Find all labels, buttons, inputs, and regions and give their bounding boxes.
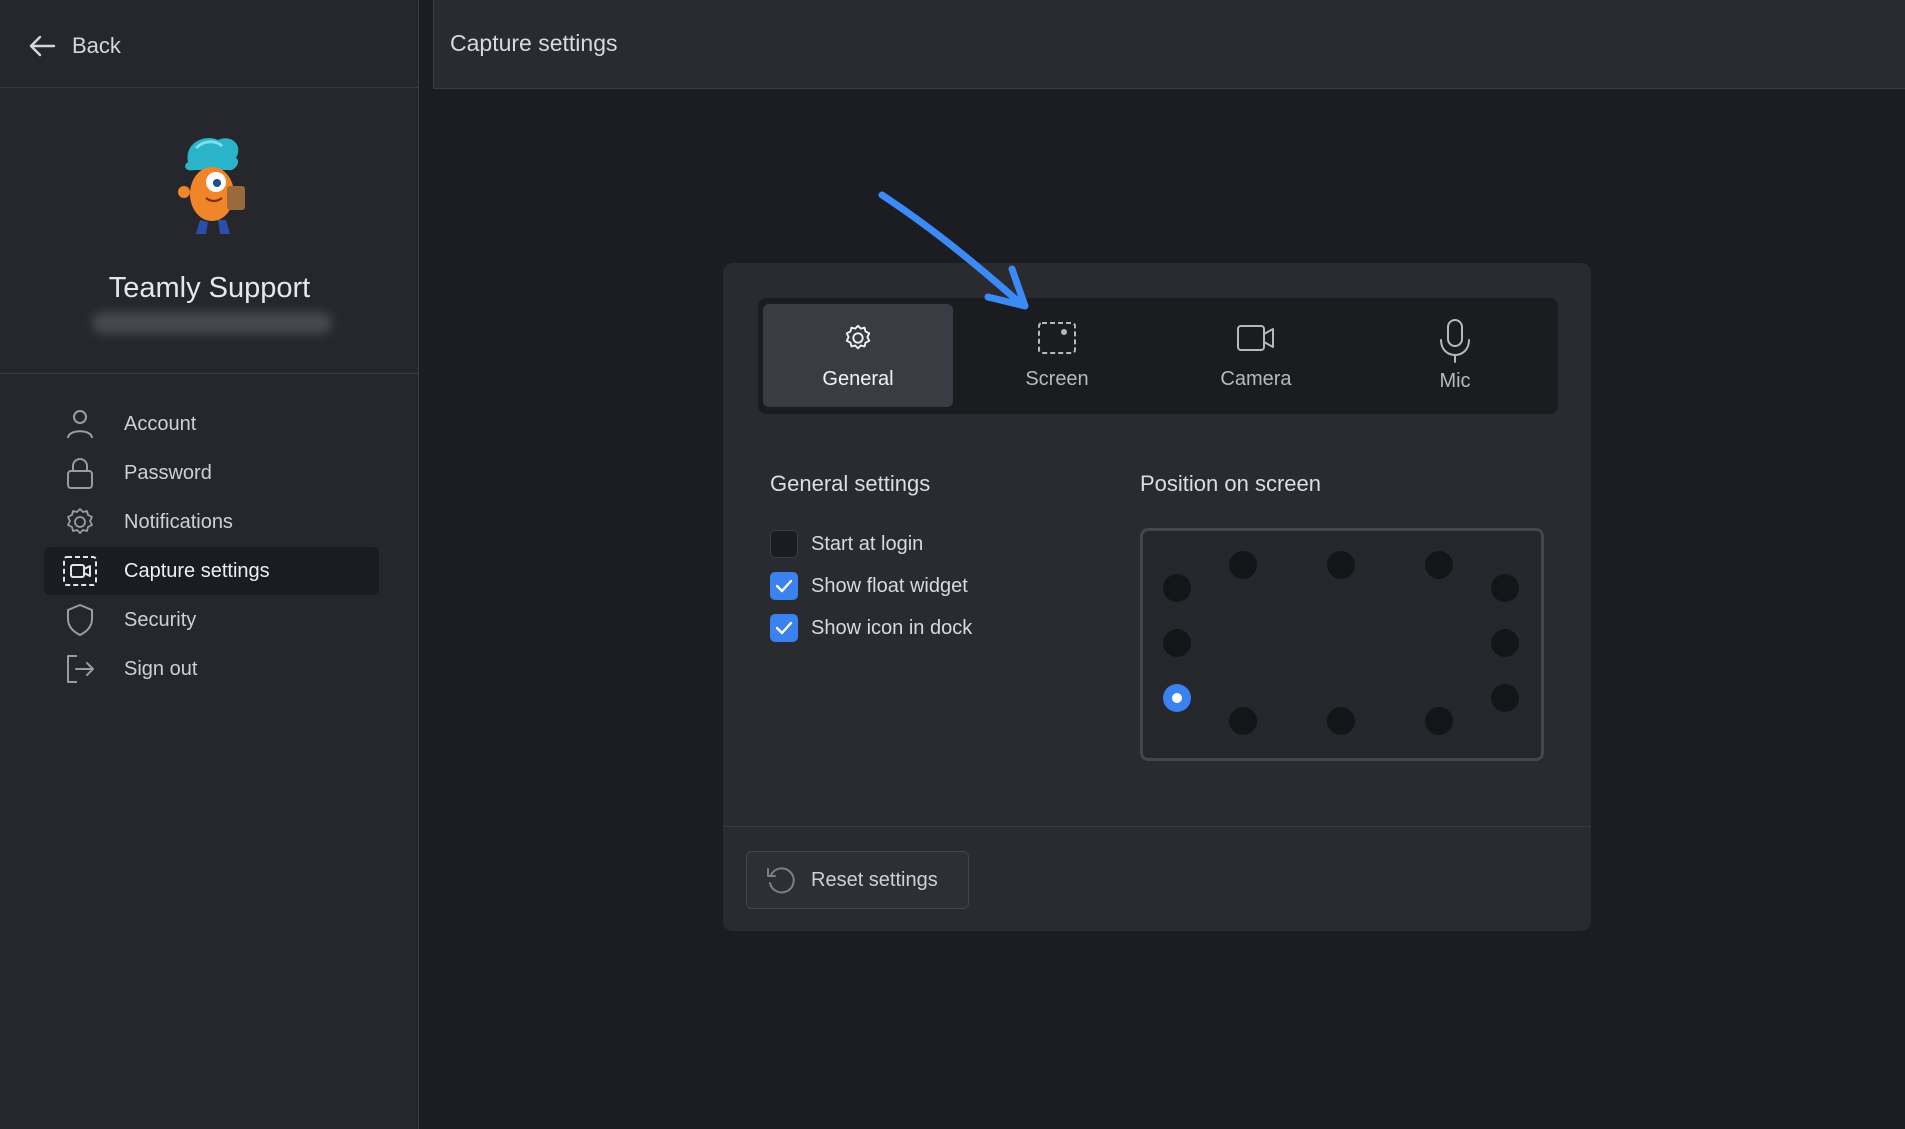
reset-icon [765, 864, 797, 896]
back-button[interactable]: Back [28, 30, 121, 62]
sidebar-item-notifications[interactable]: Notifications [44, 498, 379, 546]
sidebar-divider [0, 87, 419, 88]
position-picker [1140, 528, 1544, 761]
reset-settings-label: Reset settings [811, 868, 938, 891]
position-right-center[interactable] [1491, 629, 1519, 657]
lock-icon [62, 455, 98, 491]
back-label: Back [72, 33, 121, 58]
position-bottom-center[interactable] [1327, 707, 1355, 735]
sidebar-item-label: Account [124, 412, 197, 435]
checkmark-icon [775, 579, 793, 593]
sidebar-item-label: Notifications [124, 510, 233, 533]
sign-out-icon [62, 651, 98, 687]
sidebar: Back Teamly Support Account Password Not… [0, 0, 419, 1129]
tab-label: Camera [1220, 368, 1292, 390]
profile-name: Teamly Support [108, 272, 311, 304]
position-top-3[interactable] [1425, 551, 1453, 579]
sidebar-item-label: Sign out [124, 657, 198, 680]
show-float-widget-option[interactable]: Show float widget [770, 571, 968, 601]
show-icon-in-dock-option[interactable]: Show icon in dock [770, 613, 972, 643]
position-bottom-1[interactable] [1229, 707, 1257, 735]
position-bottom-3[interactable] [1425, 707, 1453, 735]
position-left-top[interactable] [1163, 574, 1191, 602]
sidebar-item-label: Capture settings [124, 559, 270, 582]
screen-select-icon [1037, 318, 1077, 358]
option-label: Start at login [811, 532, 924, 555]
position-title: Position on screen [1140, 471, 1321, 496]
user-icon [62, 406, 98, 442]
tab-general[interactable]: General [763, 304, 953, 407]
profile-email-blurred [92, 312, 332, 334]
tab-label: General [822, 368, 894, 390]
avatar [170, 132, 256, 240]
tab-label: Mic [1439, 370, 1471, 392]
sidebar-item-account[interactable]: Account [44, 400, 379, 448]
show-icon-in-dock-checkbox[interactable] [770, 614, 798, 642]
gear-icon [62, 504, 98, 540]
show-float-widget-checkbox[interactable] [770, 572, 798, 600]
option-label: Show icon in dock [811, 616, 973, 639]
tab-label: Screen [1025, 368, 1089, 390]
sidebar-item-label: Security [124, 608, 197, 631]
option-label: Show float widget [811, 574, 968, 597]
camera-icon [1236, 318, 1276, 358]
sidebar-item-label: Password [124, 461, 212, 484]
sidebar-item-security[interactable]: Security [44, 596, 379, 644]
capture-settings-panel: General Screen Camera Mic General settin… [723, 263, 1591, 931]
sidebar-menu: Account Password Notifications Capture s… [44, 400, 379, 694]
sidebar-item-password[interactable]: Password [44, 449, 379, 497]
page-title: Capture settings [450, 30, 618, 56]
general-settings-title: General settings [770, 471, 931, 496]
sidebar-item-sign-out[interactable]: Sign out [44, 645, 379, 693]
checkmark-icon [775, 621, 793, 635]
start-at-login-checkbox[interactable] [770, 530, 798, 558]
arrow-left-icon [28, 34, 56, 58]
microphone-icon [1438, 318, 1472, 364]
tab-screen[interactable]: Screen [962, 304, 1152, 407]
gear-icon [843, 318, 873, 358]
sidebar-item-capture-settings[interactable]: Capture settings [44, 547, 379, 595]
position-left-center[interactable] [1163, 629, 1191, 657]
shield-icon [62, 602, 98, 638]
position-top-center[interactable] [1327, 551, 1355, 579]
sidebar-divider [0, 373, 419, 374]
tab-camera[interactable]: Camera [1161, 304, 1351, 407]
start-at-login-option[interactable]: Start at login [770, 529, 923, 559]
capture-icon [62, 553, 98, 589]
tab-bar: General Screen Camera Mic [758, 298, 1558, 414]
tab-mic[interactable]: Mic [1360, 304, 1550, 407]
position-top-1[interactable] [1229, 551, 1257, 579]
panel-divider [723, 826, 1591, 827]
position-right-bottom[interactable] [1491, 684, 1519, 712]
position-left-bottom[interactable] [1163, 684, 1191, 712]
reset-settings-button[interactable]: Reset settings [746, 851, 969, 909]
position-right-top[interactable] [1491, 574, 1519, 602]
top-bar: Capture settings [433, 0, 1905, 89]
